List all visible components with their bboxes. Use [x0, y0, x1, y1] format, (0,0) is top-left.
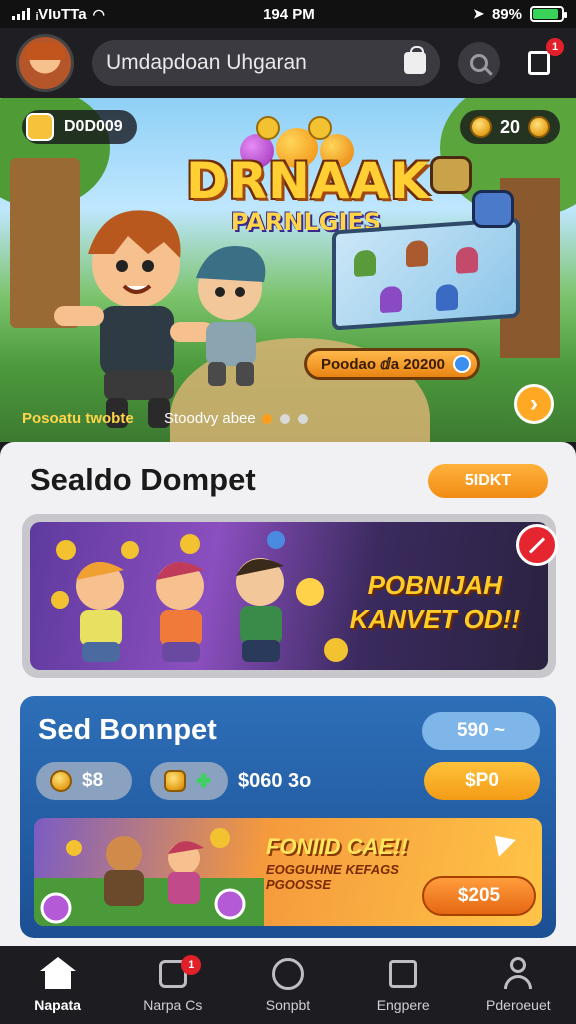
search-icon	[470, 54, 488, 72]
coin-pill[interactable]: $8	[36, 762, 132, 800]
coin-icon	[469, 116, 492, 138]
gem-value-text: $060 3o	[238, 769, 312, 792]
kids-group-illustration	[51, 531, 348, 662]
wallet-section: Sealdo Dompet 5IDKT POBNIJAH KANVET OD!!…	[0, 442, 576, 946]
wallet-card: Sed Bonnpet 590 ~ $8 ✤ $060 3o $P0 FONII…	[20, 696, 556, 938]
wallet-card-title: Sed Bonnpet	[38, 714, 217, 746]
coin-icon	[256, 116, 280, 140]
upload-icon	[385, 957, 421, 991]
battery-icon	[530, 6, 567, 22]
wifi-icon: ◠	[92, 5, 105, 22]
reward-banner-sub-line2: PGOOSSE	[266, 877, 332, 892]
nav-item-home[interactable]: Napata	[0, 957, 115, 1013]
chevron-right-icon: ›	[530, 390, 538, 417]
home-icon	[39, 957, 76, 991]
search-bar[interactable]: Umdapdoan Uhgaran	[92, 40, 440, 86]
signal-icon	[12, 8, 30, 20]
hero-caption-right: Stoodvy abee	[164, 410, 256, 427]
coin-pill-value: $8	[82, 770, 104, 791]
hero-banner[interactable]: D0D009 20 DRNAAK PARNLGIES Poodao ⅆa 202…	[0, 98, 576, 442]
promo-banner-art: POBNIJAH KANVET OD!!	[30, 522, 548, 670]
monster-sprite	[380, 285, 402, 314]
nav-item-upload[interactable]: Engpere	[346, 957, 461, 1013]
search-text: Umdapdoan Uhgaran	[106, 51, 307, 74]
coin-icon	[308, 116, 332, 140]
status-bar: ᵢVIᴜTTa ◠ 194 PM ➤ 89%	[0, 0, 576, 28]
bottom-nav: Napata 1 Narpa Cs Sonpbt Engpere Pderoeu…	[0, 946, 576, 1024]
monster-sprite	[406, 239, 428, 268]
section-action-button[interactable]: 5IDKT	[428, 464, 548, 498]
reward-claim-button[interactable]: $205	[422, 876, 536, 916]
warriors-illustration	[34, 828, 264, 926]
carousel-next-button[interactable]: ›	[514, 384, 554, 424]
cursor-arrow-icon	[486, 827, 516, 857]
coin-icon	[50, 770, 72, 792]
status-left: ᵢVIᴜTTa ◠	[12, 6, 105, 23]
nav-label-profile: Pderoeuet	[486, 997, 551, 1013]
exchange-button[interactable]: $P0	[424, 762, 540, 800]
reward-banner-title: FONIID CAE!!	[266, 834, 408, 859]
hero-reward-label: Poodao ⅆa 20200	[321, 356, 446, 373]
mini-game-board	[332, 217, 520, 331]
carousel-dots[interactable]	[262, 414, 308, 424]
promo-banner-line1: POBNIJAH	[367, 570, 502, 600]
coin-balance[interactable]: 20	[459, 110, 560, 144]
nav-item-profile[interactable]: Pderoeuet	[461, 957, 576, 1013]
notification-badge: 1	[546, 38, 564, 56]
monster-sprite	[354, 249, 376, 278]
promo-banner-text: POBNIJAH KANVET OD!!	[350, 568, 520, 636]
coin-icon	[528, 116, 550, 138]
gem-icon	[453, 355, 471, 373]
promo-banner[interactable]: POBNIJAH KANVET OD!!	[22, 514, 556, 678]
hero-caption-left: Posoatu twobte	[22, 410, 134, 427]
monster-sprite	[436, 283, 458, 312]
hero-character-friend	[196, 246, 266, 386]
reward-banner-subtitle: EOGGUHNE KEFAGS PGOOSSE	[266, 862, 399, 892]
gem-pill[interactable]: ✤	[150, 762, 228, 800]
chest-icon	[26, 113, 54, 141]
battery-percent: 89%	[491, 5, 522, 23]
status-time: 194 PM	[263, 5, 315, 23]
balance-pill-label: 590 ~	[456, 720, 506, 741]
nav-badge: 1	[181, 955, 202, 975]
top-bar: Umdapdoan Uhgaran 1	[0, 28, 576, 98]
close-badge-icon[interactable]	[516, 524, 558, 566]
exchange-button-label: $P0	[465, 770, 499, 791]
promo-banner-line2: KANVET OD!!	[349, 604, 520, 634]
level-chip[interactable]: D0D009	[22, 110, 137, 144]
support-icon	[270, 957, 306, 991]
nav-label-tasks: Narpa Cs	[143, 997, 203, 1013]
reward-banner-sub-line1: EOGGUHNE KEFAGS	[266, 862, 399, 877]
monster-sprite	[430, 156, 472, 194]
carousel-dot[interactable]	[298, 414, 308, 424]
status-right: ➤ 89%	[473, 5, 567, 23]
monster-sprite	[472, 190, 514, 228]
carousel-dot[interactable]	[280, 414, 290, 424]
hero-reward-pill[interactable]: Poodao ⅆa 20200	[304, 348, 480, 380]
avatar[interactable]	[16, 34, 74, 92]
notification-icon	[528, 51, 550, 75]
reward-banner[interactable]: FONIID CAE!! EOGGUHNE KEFAGS PGOOSSE $20…	[34, 818, 542, 926]
carousel-dot[interactable]	[262, 414, 272, 424]
gold-bar-icon	[164, 770, 186, 792]
gem-value: $060 3o	[224, 762, 325, 800]
section-title: Sealdo Dompet	[30, 462, 256, 497]
location-icon: ➤	[473, 6, 484, 21]
nav-label-support: Sonpbt	[265, 997, 311, 1013]
clover-icon: ✤	[196, 770, 212, 791]
search-button[interactable]	[458, 42, 500, 84]
notifications-button[interactable]: 1	[518, 38, 564, 84]
nav-label-upload: Engpere	[376, 997, 430, 1013]
coin-balance-value: 20	[499, 116, 520, 137]
level-chip-label: D0D009	[64, 118, 123, 135]
shopping-bag-icon[interactable]	[404, 46, 426, 74]
monster-sprite	[456, 246, 478, 274]
carrier-name: ᵢVIᴜTTa	[36, 5, 87, 23]
nav-item-tasks[interactable]: 1 Narpa Cs	[115, 955, 230, 1013]
balance-pill[interactable]: 590 ~	[422, 712, 540, 750]
nav-label-home: Napata	[34, 997, 81, 1013]
nav-item-support[interactable]: Sonpbt	[230, 957, 345, 1013]
profile-icon	[500, 957, 536, 991]
